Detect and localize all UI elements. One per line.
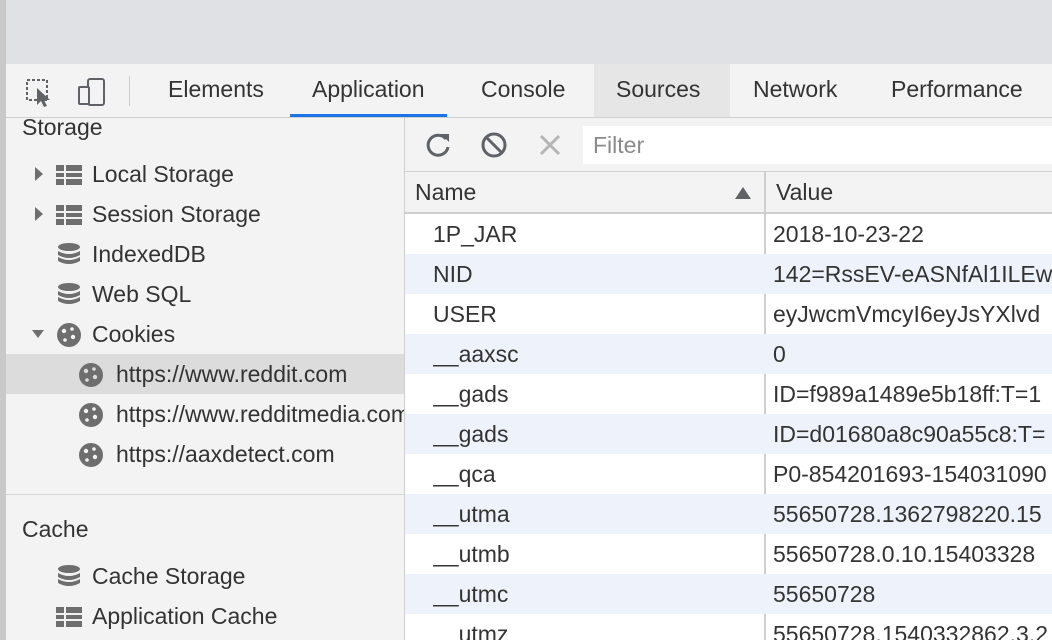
sidebar-item-cookie-reddit[interactable]: https://www.reddit.com [6,354,404,394]
cookie-name-cell: __utma [433,501,510,527]
table-header: Name Value [405,172,1052,214]
tab-elements[interactable]: Elements [146,64,286,117]
cookie-value-cell: ID=f989a1489e5b18ff:T=1 [773,381,1042,407]
sidebar-item-web-sql[interactable]: Web SQL [6,274,404,314]
sidebar-item-cookie-aaxdetect[interactable]: https://aaxdetect.com [6,434,404,474]
devtools-toolbar: Elements Application Console Sources Net… [6,64,1052,118]
cookie-value-cell: eyJwcmVmcyI6eyJsYXlvd [773,301,1041,327]
collapse-arrow-icon[interactable] [30,314,46,354]
sidebar-item-label: IndexedDB [92,241,206,267]
clear-all-icon[interactable] [479,130,509,160]
table-row[interactable]: __utmz 55650728.1540332862.3.2 [405,614,1052,640]
cookie-value-cell: P0-854201693-154031090 [773,461,1047,487]
table-row[interactable]: __qca P0-854201693-154031090 [405,454,1052,494]
sidebar-item-cookie-redditmedia[interactable]: https://www.redditmedia.com [6,394,404,434]
cookie-value-cell: 142=RssEV-eASNfAl1ILEw [773,261,1052,287]
table-row[interactable]: 1P_JAR 2018-10-23-22 [405,214,1052,254]
sort-ascending-icon[interactable] [735,186,751,200]
column-header-name[interactable]: Name [405,172,764,212]
cookie-name-cell: 1P_JAR [433,221,518,247]
title-bar [6,0,1052,65]
refresh-icon[interactable] [423,130,453,160]
table-row[interactable]: __gads ID=d01680a8c90a55c8:T= [405,414,1052,454]
cookie-name-cell: __utmc [433,581,509,607]
cookie-value-cell: ID=d01680a8c90a55c8:T= [773,421,1046,447]
cookie-value-cell: 0 [773,341,786,367]
tab-network[interactable]: Network [731,64,859,117]
cookie-name-cell: __qca [433,461,496,487]
filter-input[interactable] [583,126,1052,164]
cookie-value-cell: 55650728.1540332862.3.2 [773,621,1049,640]
cache-section-title: Cache [22,516,89,542]
cookie-icon [57,323,81,347]
sidebar-divider [6,494,404,495]
table-icon [56,205,82,225]
table-row[interactable]: __utma 55650728.1362798220.15 [405,494,1052,534]
cookie-name-cell: __gads [433,421,509,447]
tab-performance[interactable]: Performance [869,64,1045,117]
cookie-filter-bar [405,118,1052,172]
toolbar-separator [129,76,130,106]
cookie-name-cell: __aaxsc [433,341,519,367]
database-icon [58,565,80,586]
cookies-panel: Name Value 1P_JAR 2018-10-23-22 NID 142=Rss… [405,118,1052,640]
cookie-value-cell: 55650728.1362798220.15 [773,501,1042,527]
cookie-value-cell: 2018-10-23-22 [773,221,924,247]
sidebar-item-label: https://aaxdetect.com [116,441,335,467]
cookie-name-cell: __utmz [433,621,509,640]
cookie-value-cell: 55650728 [773,581,876,607]
sidebar-item-label: Application Cache [92,603,278,629]
cookie-name-cell: __utmb [433,541,510,567]
delete-selected-icon[interactable] [535,130,565,160]
expand-arrow-icon[interactable] [32,154,48,194]
sidebar-item-session-storage[interactable]: Session Storage [6,194,404,234]
database-icon [58,283,80,304]
cookie-icon [79,443,103,467]
inspect-element-icon[interactable] [24,76,56,108]
sidebar-item-cache-storage[interactable]: Cache Storage [6,556,404,596]
tab-application[interactable]: Application [290,64,447,117]
cookie-name-cell: USER [433,301,497,327]
table-icon [56,607,82,627]
cookie-value-cell: 55650728.0.10.15403328 [773,541,1036,567]
cookie-name-cell: NID [433,261,473,287]
table-row[interactable]: NID 142=RssEV-eASNfAl1ILEw [405,254,1052,294]
table-row[interactable]: __utmb 55650728.0.10.15403328 [405,534,1052,574]
sidebar-item-indexeddb[interactable]: IndexedDB [6,234,404,274]
sidebar-item-label: Web SQL [92,281,192,307]
sidebar-item-local-storage[interactable]: Local Storage [6,154,404,194]
device-toolbar-icon[interactable] [76,76,108,108]
tab-console[interactable]: Console [459,64,587,117]
sidebar-item-label: Local Storage [92,161,234,187]
tab-sources[interactable]: Sources [594,64,730,117]
sidebar-item-label: https://www.redditmedia.com [116,401,405,427]
column-header-value[interactable]: Value [766,172,1052,212]
application-sidebar: Storage Local Storage Session Storage In… [6,118,405,640]
cookie-name-cell: __gads [433,381,509,407]
sidebar-item-label: Cache Storage [92,563,246,589]
cookie-icon [79,403,103,427]
table-row[interactable]: __utmc 55650728 [405,574,1052,614]
sidebar-item-label: Session Storage [92,201,261,227]
cookies-table: Name Value 1P_JAR 2018-10-23-22 NID 142=Rss… [405,172,1052,640]
table-row[interactable]: USER eyJwcmVmcyI6eyJsYXlvd [405,294,1052,334]
storage-section-title: Storage [22,118,103,140]
sidebar-item-cookies[interactable]: Cookies [6,314,404,354]
table-row[interactable]: __gads ID=f989a1489e5b18ff:T=1 [405,374,1052,414]
sidebar-item-application-cache[interactable]: Application Cache [6,596,404,636]
table-row[interactable]: __aaxsc 0 [405,334,1052,374]
database-icon [58,243,80,264]
sidebar-item-label: Cookies [92,321,176,347]
expand-arrow-icon[interactable] [32,194,48,234]
table-icon [56,165,82,185]
sidebar-item-label: https://www.reddit.com [116,361,348,387]
cookie-icon [79,363,103,387]
